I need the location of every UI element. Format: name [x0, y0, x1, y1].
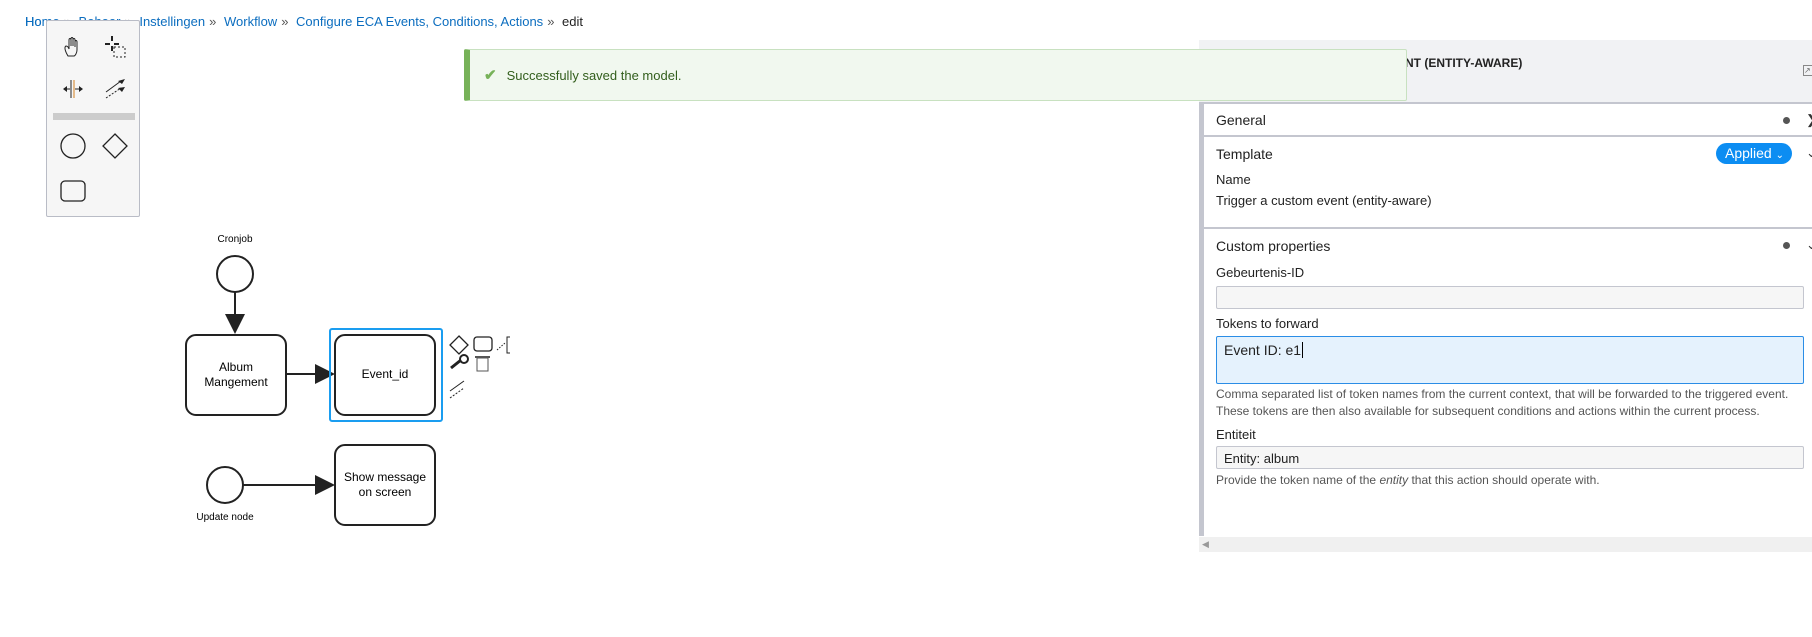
event-id-input[interactable] — [1216, 286, 1804, 309]
task-label: Album — [219, 360, 253, 374]
trash-icon[interactable] — [475, 356, 490, 372]
status-message-text: Successfully saved the model. — [506, 67, 682, 83]
status-message: ✔ Successfully saved the model. — [464, 49, 1407, 101]
space-tool-icon[interactable] — [55, 71, 91, 107]
properties-panel: NT (ENTITY-AWARE) ↗ General ❯ Template Ap… — [1199, 40, 1812, 552]
group-title: General — [1216, 111, 1266, 128]
connect-icon[interactable] — [449, 380, 465, 399]
chevron-down-icon[interactable]: ⌄ — [1806, 145, 1812, 161]
group-title: Custom properties — [1216, 237, 1331, 254]
wrench-icon[interactable] — [450, 354, 469, 370]
task-label: Show message — [344, 470, 426, 484]
applied-label: Applied — [1725, 145, 1772, 161]
lasso-tool-icon[interactable] — [97, 29, 133, 65]
task-album-management[interactable]: Album Mangement — [185, 334, 287, 416]
entity-description: Provide the token name of the entity tha… — [1204, 472, 1804, 489]
panel-body: General ❯ Template Applied ⌄ ⌄ Name Trigg… — [1199, 104, 1812, 536]
status-dot-icon — [1783, 117, 1790, 124]
start-event-update-node[interactable]: Update node — [196, 466, 254, 523]
tokens-value: Event ID: e1 — [1224, 342, 1302, 358]
start-event-icon[interactable] — [55, 128, 91, 164]
event-label: Cronjob — [217, 234, 252, 245]
text-cursor — [1302, 342, 1304, 358]
desc-text: Provide the token name of the — [1216, 473, 1380, 487]
desc-emphasis: entity — [1379, 473, 1409, 487]
task-event-id[interactable]: Event_id — [334, 334, 436, 416]
entity-label: Entiteit — [1216, 427, 1256, 442]
gateway-icon[interactable] — [97, 128, 133, 164]
tool-palette — [46, 20, 140, 217]
group-template: Template Applied ⌄ ⌄ Name Trigger a cust… — [1204, 137, 1812, 229]
task-label: on screen — [359, 485, 412, 499]
applied-dropdown[interactable]: Applied ⌄ — [1716, 143, 1792, 164]
check-icon: ✔ — [484, 67, 497, 84]
append-task-icon[interactable] — [473, 336, 493, 352]
name-label: Name — [1216, 172, 1251, 187]
chevron-right-icon[interactable]: ❯ — [1806, 112, 1812, 128]
task-label: Event_id — [362, 367, 409, 381]
external-link-icon[interactable]: ↗ — [1803, 65, 1812, 76]
tokens-textarea[interactable]: Event ID: e1 — [1216, 336, 1804, 384]
desc-text: that this action should operate with. — [1408, 473, 1600, 487]
start-event-cronjob[interactable]: Cronjob — [216, 234, 254, 293]
entity-input[interactable]: Entity: album — [1216, 446, 1804, 469]
event-label: Update node — [196, 512, 254, 523]
tokens-description: Comma separated list of token names from… — [1216, 387, 1789, 418]
group-general[interactable]: General ❯ — [1204, 104, 1812, 137]
hand-tool-icon[interactable] — [55, 29, 91, 65]
scroll-left-icon[interactable]: ◀ — [1202, 539, 1209, 549]
event-id-label: Gebeurtenis-ID — [1216, 265, 1305, 280]
name-value: Trigger a custom event (entity-aware) — [1216, 193, 1432, 208]
group-custom-properties[interactable]: Custom properties ⌄ — [1204, 229, 1812, 262]
group-title: Template — [1216, 145, 1273, 162]
panel-title: NT (ENTITY-AWARE) — [1405, 56, 1523, 70]
global-connect-tool-icon[interactable] — [97, 71, 133, 107]
palette-separator — [53, 113, 135, 120]
task-icon[interactable] — [55, 173, 91, 209]
task-show-message[interactable]: Show message on screen — [334, 444, 436, 526]
append-gateway-icon[interactable] — [449, 335, 469, 355]
status-dot-icon — [1783, 242, 1790, 249]
task-label: Mangement — [204, 375, 268, 389]
group-template-header[interactable]: Template Applied ⌄ ⌄ — [1204, 137, 1812, 170]
context-pad — [449, 335, 510, 399]
text-annotation-icon[interactable] — [496, 336, 510, 354]
chevron-down-icon[interactable]: ⌄ — [1806, 237, 1812, 253]
tokens-label: Tokens to forward — [1216, 316, 1319, 331]
chevron-down-icon: ⌄ — [1775, 150, 1784, 161]
horizontal-scrollbar[interactable]: ◀ — [1199, 537, 1812, 552]
